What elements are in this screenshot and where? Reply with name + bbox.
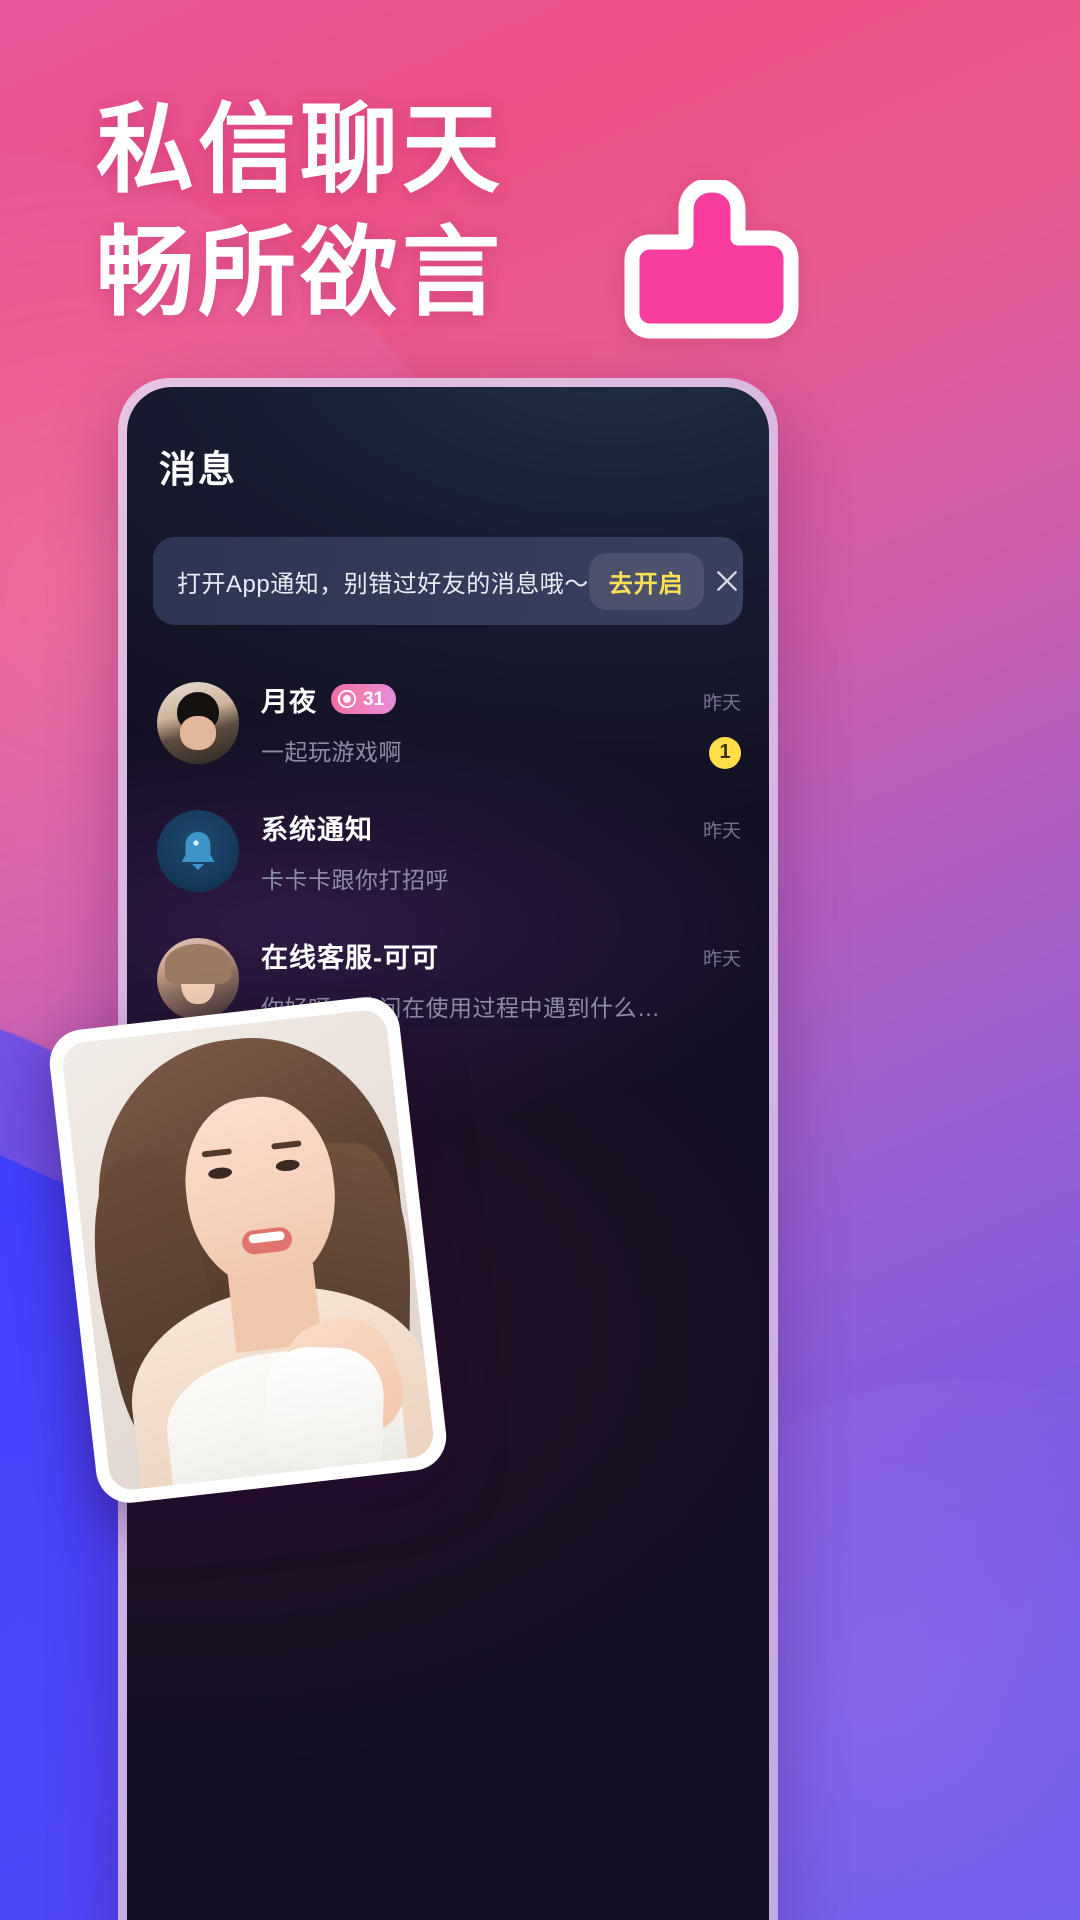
conversation-meta: 昨天 xyxy=(667,933,741,1025)
conversation-title-row: 月夜 31 xyxy=(261,680,667,719)
headline-line-2: 畅所欲言 xyxy=(96,217,505,328)
conversation-body: 月夜 31 一起玩游戏啊 xyxy=(261,680,667,767)
page-title: 消息 xyxy=(159,449,237,490)
timestamp: 昨天 xyxy=(702,948,741,970)
list-item[interactable]: 系统通知 卡卡卡跟你打招呼 昨天 xyxy=(127,787,769,915)
photo-held-cloth xyxy=(263,1345,385,1469)
avatar[interactable] xyxy=(157,682,239,764)
notice-text: 打开App通知，别错过好友的消息哦～ xyxy=(177,570,589,598)
bell-icon xyxy=(181,832,215,870)
list-item[interactable]: 月夜 31 一起玩游戏啊 昨天 1 xyxy=(127,659,769,787)
level-medal-icon xyxy=(337,689,357,709)
conversation-title-row: 系统通知 xyxy=(261,808,667,847)
photo xyxy=(60,1007,436,1493)
conversation-list: 月夜 31 一起玩游戏啊 昨天 1 系统通知 卡卡卡跟你打招呼 昨天 在线客服-… xyxy=(127,659,769,1043)
notification-permission-banner[interactable]: 打开App通知，别错过好友的消息哦～ 去开启 xyxy=(153,537,743,625)
conversation-preview: 卡卡卡跟你打招呼 xyxy=(261,866,449,893)
headline-line-1: 私信聊天 xyxy=(96,94,505,204)
floating-photo-card xyxy=(46,993,450,1507)
level-number: 31 xyxy=(363,688,385,710)
conversation-name: 月夜 xyxy=(261,686,317,717)
conversation-body: 系统通知 卡卡卡跟你打招呼 xyxy=(261,808,667,895)
promo-headline: 私信聊天 畅所欲言 xyxy=(96,88,504,335)
thumbs-up-icon xyxy=(624,180,800,340)
conversation-name: 系统通知 xyxy=(261,814,373,845)
app-header: 消息 xyxy=(127,387,769,493)
conversation-meta: 昨天 1 xyxy=(667,677,741,769)
avatar[interactable] xyxy=(157,938,239,1020)
close-icon[interactable] xyxy=(714,559,740,603)
unread-badge: 1 xyxy=(709,736,741,769)
conversation-title-row: 在线客服-可可 xyxy=(261,936,667,975)
avatar[interactable] xyxy=(157,810,239,892)
enable-notifications-button[interactable]: 去开启 xyxy=(588,552,704,610)
level-badge: 31 xyxy=(331,684,397,714)
timestamp: 昨天 xyxy=(702,692,741,714)
timestamp: 昨天 xyxy=(702,820,741,842)
conversation-preview: 一起玩游戏啊 xyxy=(261,738,402,765)
conversation-meta: 昨天 xyxy=(667,805,741,897)
conversation-name: 在线客服-可可 xyxy=(261,942,439,973)
